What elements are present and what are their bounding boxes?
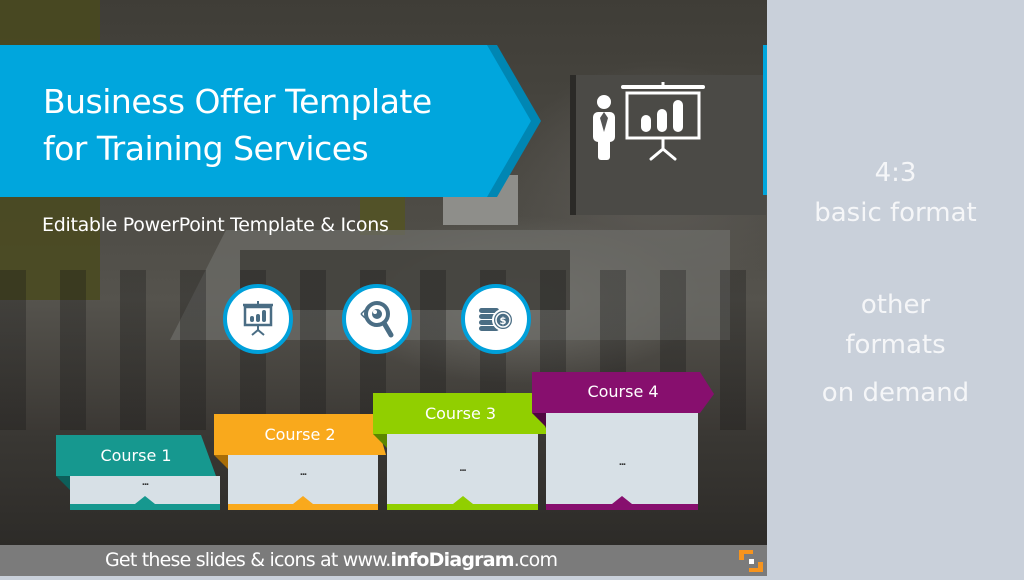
course-1-content-box: ... — [70, 476, 220, 510]
course-card-2[interactable]: Course 2 ... — [214, 414, 386, 510]
course-2-fold-left — [214, 455, 228, 469]
format-other-line-3: on demand — [821, 378, 970, 408]
course-4-content-box: ... — [546, 413, 698, 510]
coins-dollar-icon: $ — [461, 284, 531, 354]
course-2-bar — [228, 504, 378, 510]
course-2-content-box: ... — [228, 455, 378, 510]
course-4-fold-left — [532, 413, 546, 427]
format-ratio: 4:3 — [874, 158, 917, 188]
presenter-with-chart-icon — [590, 80, 710, 170]
title-line-1: Business Offer Template — [43, 82, 432, 121]
course-3-content-box: ... — [387, 434, 538, 510]
format-other-line-2: formats — [845, 330, 946, 360]
course-3-bar — [387, 504, 538, 510]
presentation-board-icon — [223, 284, 293, 354]
infodiagram-logo-icon — [737, 547, 765, 575]
course-1-bar — [70, 504, 220, 510]
course-4-tab: Course 4 — [532, 372, 714, 413]
course-3-fold-left — [373, 434, 387, 448]
course-3-tab: Course 3 — [373, 393, 548, 434]
footer-prefix: Get these slides & icons at www. — [105, 549, 391, 571]
course-1-fold-left — [56, 476, 70, 490]
course-3-notch — [452, 496, 473, 504]
course-4-content: ... — [618, 456, 626, 468]
footer-brand: infoDiagram — [390, 549, 515, 571]
title-line-2: for Training Services — [43, 129, 369, 168]
course-2-label: Course 2 — [264, 425, 336, 444]
footer-link[interactable]: Get these slides & icons at www.infoDiag… — [105, 549, 558, 571]
course-1-notch — [135, 496, 155, 504]
course-4-notch — [612, 496, 632, 504]
eye-magnifier-icon — [342, 284, 412, 354]
course-4-label: Course 4 — [587, 382, 659, 401]
course-4-bar — [546, 504, 698, 510]
page-title: Business Offer Template for Training Ser… — [43, 78, 432, 172]
course-3-label: Course 3 — [424, 404, 497, 423]
course-1-content: ... — [141, 476, 149, 488]
course-3-content: ... — [459, 462, 466, 474]
svg-text:$: $ — [500, 316, 507, 327]
course-2-notch — [293, 496, 313, 504]
course-2-content: ... — [299, 466, 307, 478]
format-basic: basic format — [814, 198, 977, 228]
subtitle: Editable PowerPoint Template & Icons — [42, 214, 389, 236]
course-card-4[interactable]: Course 4 ... — [532, 372, 717, 510]
slide-canvas: Business Offer Template for Training Ser… — [0, 0, 767, 545]
course-1-label: Course 1 — [100, 446, 172, 465]
course-card-3[interactable]: Course 3 ... — [373, 393, 548, 510]
course-2-tab: Course 2 — [214, 414, 386, 455]
course-1-tab: Course 1 — [56, 435, 216, 476]
format-other-line-1: other — [860, 290, 931, 320]
footer-suffix: .com — [513, 549, 558, 571]
course-card-1[interactable]: Course 1 ... — [56, 435, 226, 510]
